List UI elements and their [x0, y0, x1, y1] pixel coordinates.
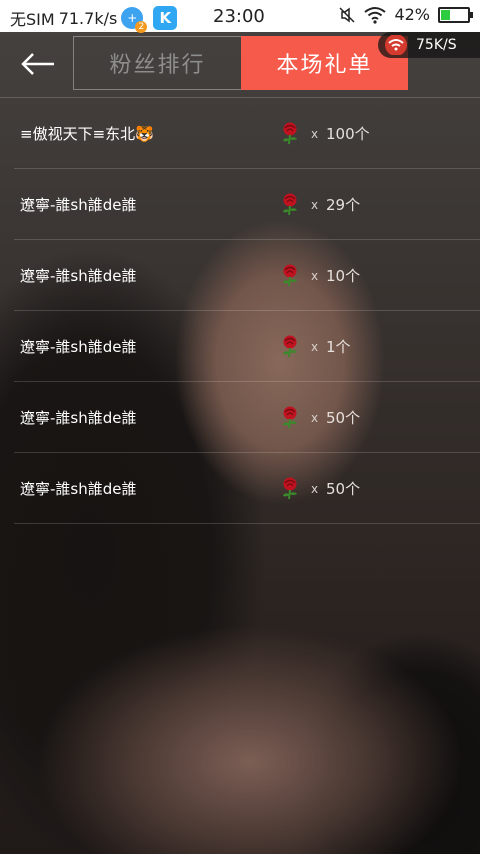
gift-row[interactable]: 遼寧-誰sh誰de誰 x 29个 [0, 169, 480, 240]
back-arrow-icon[interactable] [20, 52, 56, 76]
clock: 23:00 [213, 6, 265, 27]
gift-row[interactable]: 遼寧-誰sh誰de誰 x 50个 [0, 453, 480, 524]
header: 粉丝排行 本场礼单 75K/S [0, 32, 480, 96]
rose-icon [283, 264, 297, 287]
gift-count: 29个 [326, 196, 361, 214]
gift-sender-name: 遼寧-誰sh誰de誰 [20, 196, 137, 214]
gift-sender-name: 遼寧-誰sh誰de誰 [20, 338, 137, 356]
network-speed-text: 71.7k/s [58, 8, 118, 28]
gift-row[interactable]: 遼寧-誰sh誰de誰 x 50个 [0, 382, 480, 453]
gift-count: 100个 [326, 125, 370, 143]
app-k-icon: K [153, 6, 178, 30]
gift-count: 50个 [326, 480, 361, 498]
gift-count: 1个 [326, 338, 351, 356]
gift-sender-name: ≡傲视天下≡东北🐯 [20, 125, 154, 143]
wifi-icon [385, 35, 407, 55]
gift-sender-name: 遼寧-誰sh誰de誰 [20, 267, 137, 285]
notification-icon: + 2 [121, 7, 148, 33]
gift-list: ≡傲视天下≡东北🐯 x 100个 遼寧-誰sh誰de誰 x 29个 遼寧-誰sh… [0, 98, 480, 524]
times-symbol: x [311, 126, 319, 141]
status-right: 42% [338, 5, 473, 24]
gift-row[interactable]: 遼寧-誰sh誰de誰 x 10个 [0, 240, 480, 311]
status-bar: 无SIM 71.7k/s + 2 K 23:00 42% [0, 0, 480, 33]
network-speed-badge: 75K/S [378, 32, 480, 58]
mute-icon [339, 6, 355, 23]
times-symbol: x [311, 197, 319, 212]
tab-fans-ranking[interactable]: 粉丝排行 [73, 36, 241, 90]
times-symbol: x [311, 481, 319, 496]
carrier-text: 无SIM [10, 10, 55, 29]
rose-icon [283, 406, 297, 429]
gift-count: 10个 [326, 267, 361, 285]
gift-sender-name: 遼寧-誰sh誰de誰 [20, 409, 137, 427]
battery-fill [441, 9, 450, 20]
times-symbol: x [311, 268, 319, 283]
battery-icon [438, 6, 473, 23]
rose-icon [283, 335, 297, 358]
gift-sender-name: 遼寧-誰sh誰de誰 [20, 480, 137, 498]
gift-row[interactable]: ≡傲视天下≡东北🐯 x 100个 [0, 98, 480, 169]
times-symbol: x [311, 410, 319, 425]
network-speed-value: 75K/S [416, 37, 457, 53]
gift-count: 50个 [326, 409, 361, 427]
gift-row[interactable]: 遼寧-誰sh誰de誰 x 1个 [0, 311, 480, 382]
status-left: 无SIM 71.7k/s + 2 K [10, 6, 178, 33]
battery-percent: 42% [394, 5, 430, 24]
rose-icon [283, 193, 297, 216]
times-symbol: x [311, 339, 319, 354]
rose-icon [283, 122, 297, 145]
rose-icon [283, 477, 297, 500]
wifi-icon [364, 6, 387, 24]
